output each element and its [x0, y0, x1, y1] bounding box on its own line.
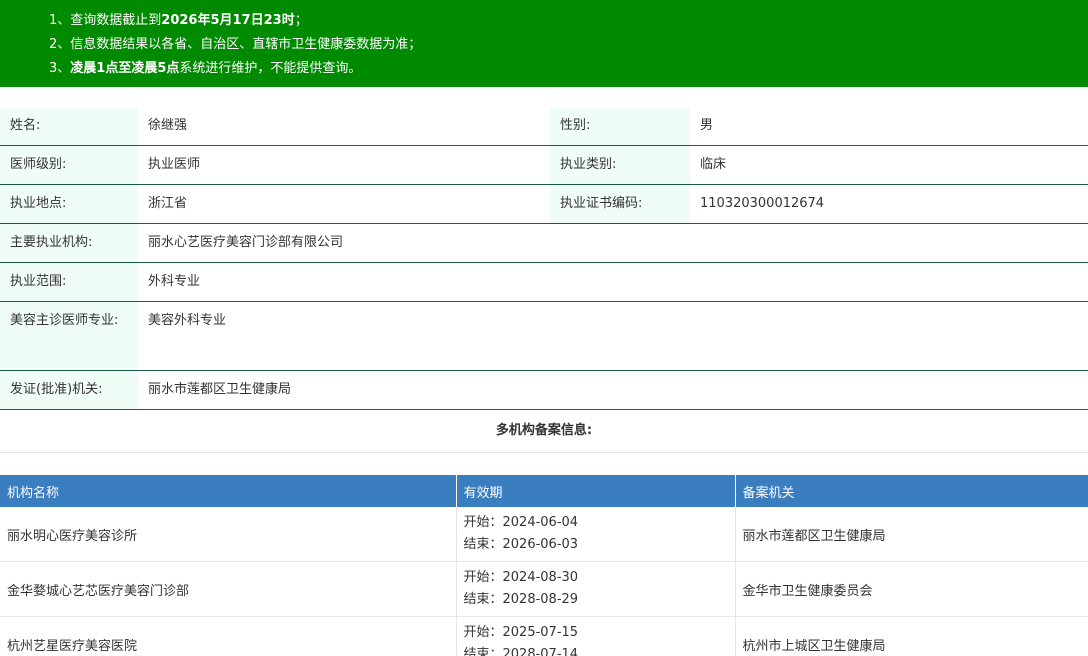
validity-start: 开始：2024-08-30	[463, 570, 579, 585]
notice-line-2: 2、信息数据结果以各省、自治区、直辖市卫生健康委数据为准；	[49, 37, 422, 52]
info-row-name: 姓名: 徐继强 性别: 男	[0, 107, 1088, 146]
org-name: 丽水明心医疗美容诊所	[0, 507, 457, 562]
table-row: 杭州艺星医疗美容医院 开始：2025-07-15 结束：2028-07-14 杭…	[0, 616, 1088, 656]
org-validity: 开始：2025-07-15 结束：2028-07-14	[456, 616, 736, 656]
validity-end: 结束：2028-08-29	[463, 592, 579, 607]
notice-line-3-time: 凌晨1点至凌晨5点	[70, 61, 180, 76]
level-value: 执业医师	[138, 145, 550, 185]
institution-value: 丽水心艺医疗美容门诊部有限公司	[138, 223, 1088, 263]
notice-line-1-date: 2026年5月17日23时	[161, 13, 295, 28]
name-label: 姓名:	[0, 107, 138, 146]
multi-org-table: 机构名称 有效期 备案机关 丽水明心医疗美容诊所 开始：2024-06-04 结…	[0, 475, 1088, 656]
notice-line-1-prefix: 1、查询数据截止到	[49, 13, 162, 28]
gender-value: 男	[690, 107, 1088, 146]
location-value: 浙江省	[138, 184, 550, 224]
header-authority: 备案机关	[735, 475, 1088, 507]
header-validity: 有效期	[456, 475, 736, 507]
table-row: 丽水明心医疗美容诊所 开始：2024-06-04 结束：2026-06-03 丽…	[0, 507, 1088, 562]
notice-banner: 1、查询数据截止到2026年5月17日23时； 2、信息数据结果以各省、自治区、…	[0, 0, 1088, 87]
info-row-scope: 执业范围: 外科专业	[0, 262, 1088, 302]
table-row: 金华婺城心艺芯医疗美容门诊部 开始：2024-08-30 结束：2028-08-…	[0, 561, 1088, 617]
validity-end: 结束：2028-07-14	[463, 647, 579, 656]
notice-line-3-suffix: 系统进行维护，不能提供查询。	[179, 61, 362, 76]
org-authority: 金华市卫生健康委员会	[735, 561, 1088, 617]
org-name: 杭州艺星医疗美容医院	[0, 616, 457, 656]
validity-start: 开始：2025-07-15	[463, 625, 579, 640]
cert-label: 执业证书编码:	[550, 184, 690, 224]
name-value: 徐继强	[138, 107, 550, 146]
scope-label: 执业范围:	[0, 262, 138, 302]
notice-line-3-prefix: 3、	[49, 61, 71, 76]
info-row-institution: 主要执业机构: 丽水心艺医疗美容门诊部有限公司	[0, 223, 1088, 263]
cosmetic-value: 美容外科专业	[138, 301, 1088, 371]
info-row-level: 医师级别: 执业医师 执业类别: 临床	[0, 145, 1088, 185]
issuer-label: 发证(批准)机关:	[0, 370, 138, 410]
level-label: 医师级别:	[0, 145, 138, 185]
issuer-value: 丽水市莲都区卫生健康局	[138, 370, 1088, 410]
org-validity: 开始：2024-08-30 结束：2028-08-29	[456, 561, 736, 617]
institution-label: 主要执业机构:	[0, 223, 138, 263]
org-name: 金华婺城心艺芯医疗美容门诊部	[0, 561, 457, 617]
doctor-info-table: 姓名: 徐继强 性别: 男 医师级别: 执业医师 执业类别: 临床 执业地点: …	[0, 107, 1088, 410]
multi-org-title: 多机构备案信息:	[0, 410, 1088, 453]
org-validity: 开始：2024-06-04 结束：2026-06-03	[456, 507, 736, 562]
location-label: 执业地点:	[0, 184, 138, 224]
org-table-header: 机构名称 有效期 备案机关	[0, 475, 1088, 507]
info-row-cosmetic: 美容主诊医师专业: 美容外科专业	[0, 301, 1088, 371]
category-label: 执业类别:	[550, 145, 690, 185]
org-authority: 丽水市莲都区卫生健康局	[735, 507, 1088, 562]
cosmetic-label: 美容主诊医师专业:	[0, 301, 138, 371]
header-org-name: 机构名称	[0, 475, 457, 507]
info-row-issuer: 发证(批准)机关: 丽水市莲都区卫生健康局	[0, 370, 1088, 410]
cert-value: 110320300012674	[690, 184, 1088, 224]
scope-value: 外科专业	[138, 262, 1088, 302]
org-authority: 杭州市上城区卫生健康局	[735, 616, 1088, 656]
notice-line-3: 3、凌晨1点至凌晨5点系统进行维护，不能提供查询。	[49, 57, 1088, 81]
gender-label: 性别:	[550, 107, 690, 146]
validity-end: 结束：2026-06-03	[463, 537, 579, 552]
category-value: 临床	[690, 145, 1088, 185]
info-row-location: 执业地点: 浙江省 执业证书编码: 110320300012674	[0, 184, 1088, 224]
notice-line-1-suffix: ；	[294, 13, 308, 28]
validity-start: 开始：2024-06-04	[463, 515, 579, 530]
notice-line-1: 1、查询数据截止到2026年5月17日23时；	[49, 9, 1088, 33]
